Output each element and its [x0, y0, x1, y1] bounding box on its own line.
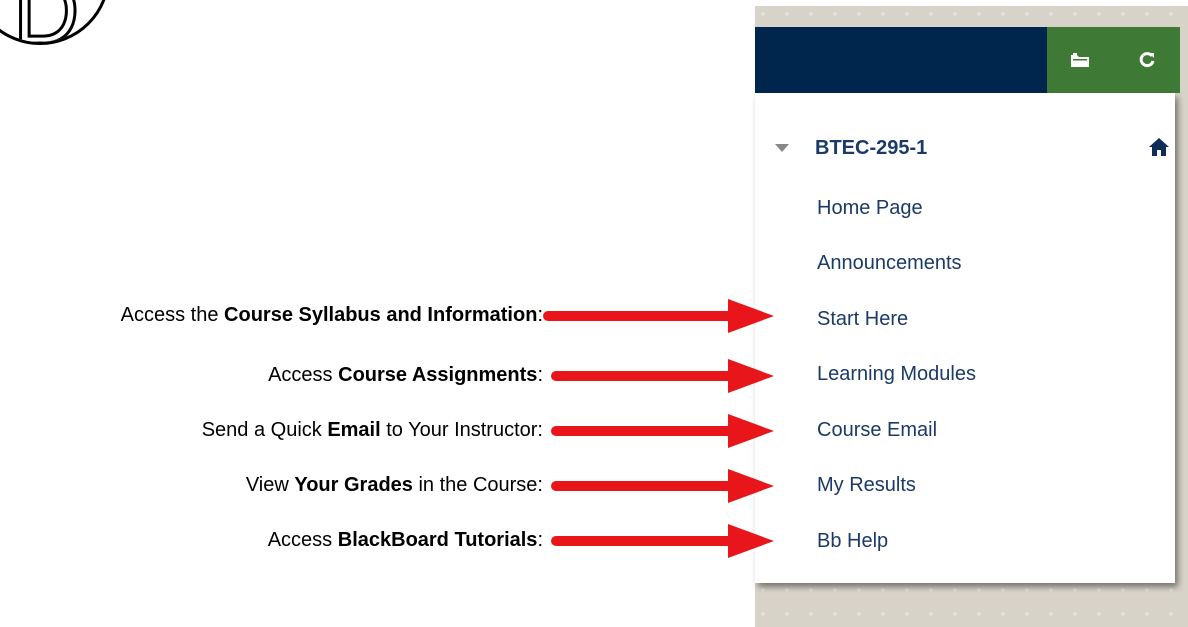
- collapse-triangle-icon[interactable]: [775, 144, 789, 152]
- arrow-syllabus: [543, 299, 774, 333]
- folder-view-button[interactable]: [1047, 27, 1114, 93]
- arrow-email: [551, 414, 774, 448]
- menu-item-course-email[interactable]: Course Email: [817, 419, 937, 442]
- arrow-grades: [551, 469, 774, 503]
- logo-letter: D: [11, 0, 80, 42]
- menu-item-start-here[interactable]: Start Here: [817, 308, 908, 331]
- annotation-syllabus: Access the Course Syllabus and Informati…: [120, 304, 543, 326]
- annotation-assignments: Access Course Assignments:: [268, 364, 543, 386]
- tools-bar: [1047, 27, 1180, 93]
- logo-badge: D: [0, 0, 110, 45]
- folder-icon: [1071, 53, 1090, 67]
- menu-item-my-results[interactable]: My Results: [817, 474, 916, 497]
- arrow-assignments: [551, 359, 774, 393]
- arrow-tutorials: [551, 524, 774, 558]
- course-title[interactable]: BTEC-295-1: [815, 137, 927, 160]
- course-header[interactable]: BTEC-295-1: [775, 133, 1170, 163]
- menu-item-home-page[interactable]: Home Page: [817, 197, 923, 220]
- annotation-grades: View Your Grades in the Course:: [245, 474, 543, 496]
- course-menu: BTEC-295-1 Home Page Announcements Start…: [755, 93, 1175, 583]
- refresh-icon: [1139, 52, 1155, 68]
- top-nav-bar: [755, 27, 1047, 93]
- refresh-button[interactable]: [1114, 27, 1181, 93]
- home-icon[interactable]: [1148, 137, 1170, 162]
- menu-item-announcements[interactable]: Announcements: [817, 252, 962, 275]
- menu-item-bb-help[interactable]: Bb Help: [817, 530, 888, 553]
- menu-item-learning-modules[interactable]: Learning Modules: [817, 363, 976, 386]
- annotation-tutorials: Access BlackBoard Tutorials:: [267, 529, 543, 551]
- annotation-email: Send a Quick Email to Your Instructor:: [201, 419, 543, 441]
